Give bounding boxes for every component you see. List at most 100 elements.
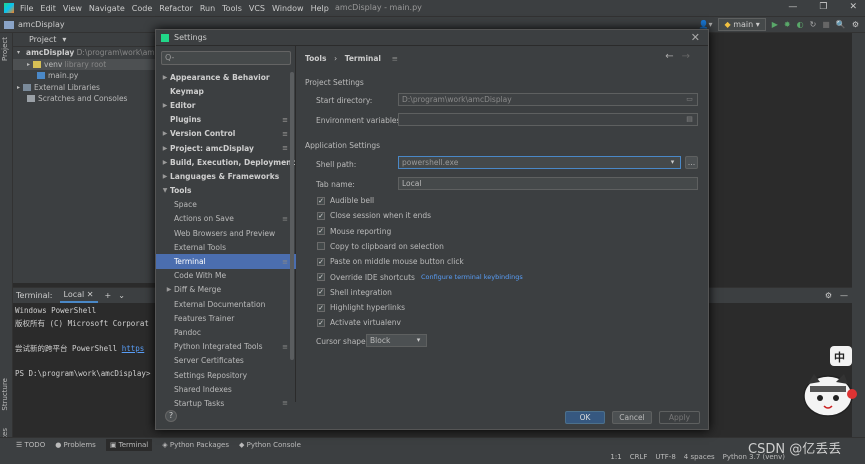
nav-item-code-with-me[interactable]: Code With Me (156, 269, 296, 283)
nav-item-tools[interactable]: ▼ Tools (156, 184, 296, 198)
edit-env-icon[interactable]: ▤ (685, 115, 694, 124)
file-encoding[interactable]: UTF-8 (655, 453, 675, 461)
chevron-right-icon[interactable]: ▶ (160, 145, 170, 152)
tree-item-scratches[interactable]: Scratches and Consoles (13, 93, 163, 105)
checkbox-checked-icon[interactable]: ✓ (317, 257, 325, 266)
nav-item-server-certificates[interactable]: Server Certificates (156, 354, 296, 368)
chevron-down-icon[interactable]: ▼ (160, 187, 170, 194)
nav-item-startup-tasks[interactable]: Startup Tasks ≡ (156, 396, 296, 410)
checkbox-mouse-reporting[interactable]: ✓ Mouse reporting (317, 227, 391, 236)
maximize-icon[interactable]: ❐ (819, 2, 827, 12)
checkbox-checked-icon[interactable]: ✓ (317, 288, 325, 297)
user-icon[interactable]: 👤▾ (699, 20, 713, 29)
new-terminal-icon[interactable]: + (105, 291, 112, 300)
nav-item-shared-indexes[interactable]: Shared Indexes (156, 382, 296, 396)
nav-item-pandoc[interactable]: Pandoc (156, 325, 296, 339)
run-icon[interactable]: ▶ (772, 20, 778, 29)
nav-item-version-control[interactable]: ▶ Version Control ≡ (156, 127, 296, 141)
line-separator[interactable]: CRLF (630, 453, 648, 461)
project-panel-title[interactable]: Project (29, 35, 56, 44)
tree-item-main-py[interactable]: main.py (13, 70, 163, 82)
nav-item-build-execution-deployment[interactable]: ▶ Build, Execution, Deployment (156, 155, 296, 169)
nav-item-keymap[interactable]: Keymap (156, 84, 296, 98)
nav-item-appearance-behavior[interactable]: ▶ Appearance & Behavior (156, 70, 296, 84)
checkbox-activate-virtualenv[interactable]: ✓ Activate virtualenv (317, 318, 401, 327)
indent-setting[interactable]: 4 spaces (684, 453, 715, 461)
close-icon[interactable]: ✕ (691, 31, 700, 44)
cancel-button[interactable]: Cancel (612, 411, 652, 424)
run-config-select[interactable]: ◆ main ▾ (718, 18, 766, 31)
checkbox-shell-integration[interactable]: ✓ Shell integration (317, 288, 392, 297)
cursor-shape-select[interactable]: Block ▾ (366, 334, 427, 347)
nav-item-project-amcdisplay[interactable]: ▶ Project: amcDisplay ≡ (156, 141, 296, 155)
tab-todo[interactable]: ☰ TODO (16, 441, 45, 449)
checkbox-highlight-hyperlinks[interactable]: ✓ Highlight hyperlinks (317, 303, 405, 312)
nav-item-actions-on-save[interactable]: Actions on Save ≡ (156, 212, 296, 226)
coverage-icon[interactable]: ◐ (797, 20, 804, 29)
menu-edit[interactable]: Edit (40, 4, 56, 13)
tab-terminal[interactable]: ▣ Terminal (105, 439, 153, 451)
nav-item-diff-merge[interactable]: ▶ Diff & Merge (156, 283, 296, 297)
nav-item-plugins[interactable]: Plugins ≡ (156, 113, 296, 127)
start-directory-field[interactable]: D:\program\work\amcDisplay ▭ (398, 93, 698, 106)
forward-arrow-icon[interactable]: → (682, 51, 698, 62)
nav-item-terminal[interactable]: Terminal ≡ (156, 254, 296, 269)
nav-item-space[interactable]: Space (156, 198, 296, 212)
debug-icon[interactable]: ✸ (784, 20, 791, 29)
tree-item-venv[interactable]: ▸ venv library root (13, 58, 163, 70)
checkbox-checked-icon[interactable]: ✓ (317, 211, 325, 220)
checkbox-checked-icon[interactable]: ✓ (317, 273, 325, 281)
nav-item-web-browsers-and-preview[interactable]: Web Browsers and Preview (156, 226, 296, 240)
nav-item-external-documentation[interactable]: External Documentation (156, 297, 296, 311)
chevron-right-icon[interactable]: ▶ (164, 286, 174, 293)
apply-button[interactable]: Apply (659, 411, 700, 424)
checkbox-override-ide-shortcuts[interactable]: ✓ Override IDE shortcuts Configure termina… (317, 273, 523, 282)
minimize-icon[interactable]: — (788, 2, 797, 12)
menu-run[interactable]: Run (200, 4, 215, 13)
chevron-down-icon[interactable]: ▾ (668, 158, 677, 167)
page-gear-icon[interactable]: ≡ (392, 54, 398, 63)
browse-shell-button[interactable]: … (685, 156, 698, 169)
caret-position[interactable]: 1:1 (610, 453, 621, 461)
nav-item-settings-repository[interactable]: Settings Repository (156, 368, 296, 382)
checkbox-checked-icon[interactable]: ✓ (317, 227, 325, 236)
chevron-right-icon[interactable]: ▶ (160, 159, 170, 166)
nav-item-external-tools[interactable]: External Tools (156, 240, 296, 254)
checkbox-close-session-when-it-ends[interactable]: ✓ Close session when it ends (317, 211, 431, 220)
checkbox-checked-icon[interactable]: ✓ (317, 318, 325, 327)
tab-python-console[interactable]: ◆ Python Console (239, 441, 301, 449)
breadcrumb-parent[interactable]: Tools (305, 54, 326, 63)
shell-path-combobox[interactable]: powershell.exe ▾ (398, 156, 681, 169)
tree-item-amcdisplay[interactable]: ▾ amcDisplay D:\program\work\amcD (13, 47, 165, 59)
structure-side-tab[interactable]: Structure (1, 378, 9, 411)
menu-file[interactable]: File (20, 4, 33, 13)
menu-help[interactable]: Help (311, 4, 329, 13)
menu-tools[interactable]: Tools (222, 4, 242, 13)
help-button[interactable]: ? (165, 410, 177, 422)
stop-icon[interactable]: ■ (822, 20, 830, 29)
checkbox-paste-on-middle-mouse-button-click[interactable]: ✓ Paste on middle mouse button click (317, 257, 464, 266)
checkbox-checked-icon[interactable]: ✓ (317, 303, 325, 312)
terminal-dropdown-icon[interactable]: ⌄ (118, 291, 125, 300)
menu-code[interactable]: Code (132, 4, 152, 13)
profile-icon[interactable]: ↻ (810, 20, 817, 29)
chevron-right-icon[interactable]: ▶ (160, 173, 170, 180)
terminal-settings-icon[interactable]: ⚙ (825, 291, 832, 300)
chevron-right-icon[interactable]: ▶ (160, 74, 170, 81)
nav-item-python-integrated-tools[interactable]: Python Integrated Tools ≡ (156, 340, 296, 354)
project-breadcrumb[interactable]: amcDisplay (18, 20, 65, 29)
search-everywhere-icon[interactable]: 🔍 (836, 20, 846, 29)
tab-name-field[interactable]: Local (398, 177, 698, 190)
nav-item-features-trainer[interactable]: Features Trainer (156, 311, 296, 325)
terminal-hide-icon[interactable]: — (840, 291, 848, 300)
tree-item-external-libraries[interactable]: ▸ External Libraries (13, 82, 163, 94)
browse-folder-icon[interactable]: ▭ (685, 95, 694, 104)
checkbox-copy-to-clipboard-on-selection[interactable]: Copy to clipboard on selection (317, 242, 444, 251)
back-arrow-icon[interactable]: ← (665, 51, 681, 62)
menu-window[interactable]: Window (272, 4, 304, 13)
env-variables-field[interactable]: ▤ (398, 113, 698, 126)
ok-button[interactable]: OK (565, 411, 605, 424)
settings-search-input[interactable]: Q- (161, 51, 291, 65)
terminal-link[interactable]: https (122, 344, 145, 353)
configure-keybindings-link[interactable]: Configure terminal keybindings (421, 273, 523, 281)
